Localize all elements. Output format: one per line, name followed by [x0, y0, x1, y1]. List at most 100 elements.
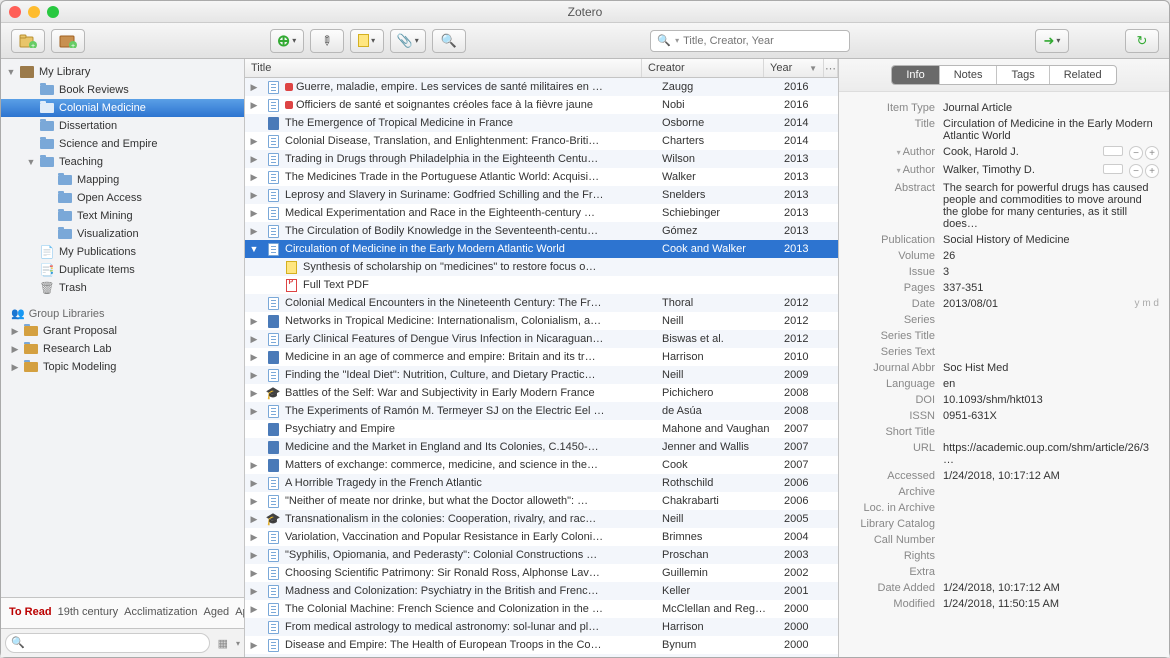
- chevron-icon[interactable]: ▶: [245, 370, 263, 381]
- chevron-down-icon[interactable]: ▾: [897, 166, 901, 175]
- tag-view-button[interactable]: ▦: [214, 637, 232, 650]
- tag-filter-input[interactable]: [5, 633, 210, 653]
- table-row[interactable]: Full Text PDF: [245, 276, 838, 294]
- remove-author-button[interactable]: −: [1129, 146, 1143, 160]
- chevron-icon[interactable]: ▶: [245, 172, 263, 183]
- column-creator[interactable]: Creator: [642, 59, 764, 77]
- sidebar-item-open-access[interactable]: Open Access: [1, 189, 244, 207]
- tab-info[interactable]: Info: [892, 66, 939, 84]
- new-collection-button[interactable]: +: [11, 29, 45, 53]
- tag[interactable]: Acclimatization: [124, 606, 197, 618]
- my-library[interactable]: ▼ My Library: [1, 63, 244, 81]
- chevron-icon[interactable]: ▶: [245, 100, 263, 111]
- sync-button[interactable]: ↻: [1125, 29, 1159, 53]
- chevron-icon[interactable]: ▶: [245, 388, 263, 399]
- chevron-icon[interactable]: ▶: [245, 136, 263, 147]
- minimize-icon[interactable]: [28, 6, 40, 18]
- chevron-icon[interactable]: ▶: [245, 586, 263, 597]
- table-row[interactable]: ▶🎓Battles of the Self: War and Subjectiv…: [245, 384, 838, 402]
- field-language[interactable]: en: [943, 378, 1159, 390]
- table-row[interactable]: ▶Guerre, maladie, empire. Les services d…: [245, 78, 838, 96]
- chevron-right-icon[interactable]: ▶: [9, 326, 21, 337]
- add-by-identifier-button[interactable]: ✎: [310, 29, 344, 53]
- group-topic-modeling[interactable]: ▶Topic Modeling: [1, 358, 244, 376]
- chevron-icon[interactable]: ▶: [245, 640, 263, 651]
- tag[interactable]: 19th century: [58, 606, 119, 618]
- tag[interactable]: To Read: [9, 606, 52, 618]
- creator-type-toggle[interactable]: [1103, 164, 1123, 174]
- table-row[interactable]: ▶The Colonial Machine: French Science an…: [245, 600, 838, 618]
- sidebar-item-book-reviews[interactable]: Book Reviews: [1, 81, 244, 99]
- table-row[interactable]: The Emergence of Tropical Medicine in Fr…: [245, 114, 838, 132]
- table-row[interactable]: ▶Leprosy and Slavery in Suriname: Godfri…: [245, 186, 838, 204]
- sidebar-item-teaching[interactable]: ▼Teaching: [1, 153, 244, 171]
- table-row[interactable]: ▶"Syphilis, Opiomania, and Pederasty": C…: [245, 546, 838, 564]
- new-note-button[interactable]: ▾: [350, 29, 384, 53]
- table-row[interactable]: ▼Circulation of Medicine in the Early Mo…: [245, 240, 838, 258]
- sidebar-item-colonial-medicine[interactable]: Colonial Medicine: [1, 99, 244, 117]
- chevron-icon[interactable]: ▶: [245, 208, 263, 219]
- field-doi[interactable]: 10.1093/shm/hkt013: [943, 394, 1159, 406]
- tag[interactable]: Aged: [203, 606, 229, 618]
- chevron-icon[interactable]: ▶: [245, 82, 263, 93]
- table-row[interactable]: ▶Madness and Colonization: Psychiatry in…: [245, 582, 838, 600]
- field-item-type[interactable]: Journal Article: [943, 102, 1159, 114]
- sidebar-item-visualization[interactable]: Visualization: [1, 225, 244, 243]
- table-row[interactable]: ▶Matters of exchange: commerce, medicine…: [245, 456, 838, 474]
- items-list[interactable]: ▶Guerre, maladie, empire. Les services d…: [245, 78, 838, 657]
- sidebar-item-my-publications[interactable]: 📄My Publications: [1, 243, 244, 261]
- chevron-icon[interactable]: ▶: [245, 496, 263, 507]
- field-author-2[interactable]: Walker, Timothy D.: [943, 164, 1103, 176]
- tab-notes[interactable]: Notes: [940, 66, 998, 84]
- attach-button[interactable]: 📎▾: [390, 29, 426, 53]
- group-grant-proposal[interactable]: ▶Grant Proposal: [1, 322, 244, 340]
- table-row[interactable]: ▶Officiers de santé et soignantes créole…: [245, 96, 838, 114]
- chevron-icon[interactable]: ▶: [245, 406, 263, 417]
- table-row[interactable]: ▶Trading in Drugs through Philadelphia i…: [245, 150, 838, 168]
- field-author-1[interactable]: Cook, Harold J.: [943, 146, 1103, 158]
- table-row[interactable]: ▶Finding the "Ideal Diet": Nutrition, Cu…: [245, 366, 838, 384]
- remove-author-button[interactable]: −: [1129, 164, 1143, 178]
- table-row[interactable]: From medical astrology to medical astron…: [245, 618, 838, 636]
- sidebar-item-science-and-empire[interactable]: Science and Empire: [1, 135, 244, 153]
- add-author-button[interactable]: +: [1145, 164, 1159, 178]
- table-row[interactable]: Synthesis of scholarship on "medicines" …: [245, 258, 838, 276]
- sidebar-item-mapping[interactable]: Mapping: [1, 171, 244, 189]
- table-row[interactable]: ▶"Neither of meate nor drinke, but what …: [245, 492, 838, 510]
- chevron-icon[interactable]: ▶: [245, 226, 263, 237]
- table-row[interactable]: ▶Choosing Scientific Patrimony: Sir Rona…: [245, 564, 838, 582]
- table-row[interactable]: Colonial Medical Encounters in the Ninet…: [245, 294, 838, 312]
- sidebar-item-trash[interactable]: 🗑Trash: [1, 279, 244, 297]
- field-issn[interactable]: 0951-631X: [943, 410, 1159, 422]
- tab-related[interactable]: Related: [1050, 66, 1116, 84]
- advanced-search-button[interactable]: 🔍: [432, 29, 466, 53]
- field-issue[interactable]: 3: [943, 266, 1159, 278]
- creator-type-toggle[interactable]: [1103, 146, 1123, 156]
- chevron-icon[interactable]: ▶: [245, 316, 263, 327]
- field-date[interactable]: 2013/08/01y m d: [943, 298, 1159, 310]
- chevron-right-icon[interactable]: ▶: [9, 362, 21, 373]
- field-accessed[interactable]: 1/24/2018, 10:17:12 AM: [943, 470, 1159, 482]
- chevron-icon[interactable]: ▶: [245, 352, 263, 363]
- table-row[interactable]: ▶Variolation, Vaccination and Popular Re…: [245, 528, 838, 546]
- sidebar-item-text-mining[interactable]: Text Mining: [1, 207, 244, 225]
- chevron-icon[interactable]: ▶: [245, 190, 263, 201]
- table-row[interactable]: ▶Networks in Tropical Medicine: Internat…: [245, 312, 838, 330]
- chevron-down-icon[interactable]: ▾: [897, 148, 901, 157]
- chevron-icon[interactable]: ▶: [245, 154, 263, 165]
- locate-button[interactable]: ➜▾: [1035, 29, 1069, 53]
- table-row[interactable]: ▶Colonial Disease, Translation, and Enli…: [245, 132, 838, 150]
- tag-menu-button[interactable]: ▾: [236, 639, 240, 648]
- chevron-down-icon[interactable]: ▼: [5, 67, 17, 77]
- field-abstract[interactable]: The search for powerful drugs has caused…: [943, 182, 1159, 230]
- field-volume[interactable]: 26: [943, 250, 1159, 262]
- tag[interactable]: Appetite: [235, 606, 244, 618]
- chevron-icon[interactable]: ▶: [245, 334, 263, 345]
- chevron-icon[interactable]: ▶: [245, 478, 263, 489]
- column-year[interactable]: Year▼: [764, 59, 824, 77]
- close-icon[interactable]: [9, 6, 21, 18]
- new-item-button[interactable]: ⊕▾: [270, 29, 304, 53]
- table-row[interactable]: Medicine and the Market in England and I…: [245, 438, 838, 456]
- column-title[interactable]: Title: [245, 59, 642, 77]
- chevron-icon[interactable]: ▶: [245, 532, 263, 543]
